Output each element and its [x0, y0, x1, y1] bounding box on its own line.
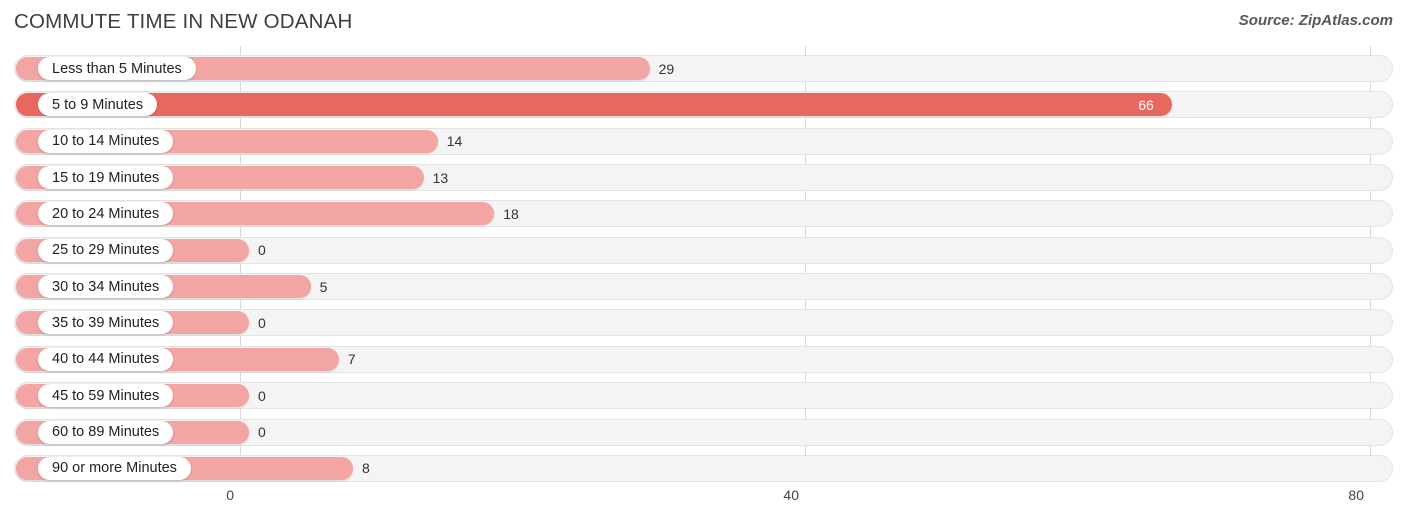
bar-row[interactable]: 35 to 39 Minutes 0 [14, 309, 1393, 337]
bar-value-label: 13 [432, 169, 449, 186]
bar-row[interactable]: 5 to 9 Minutes 66 [14, 91, 1393, 119]
category-label: 5 to 9 Minutes [38, 93, 158, 117]
page-title: COMMUTE TIME IN NEW ODANAH [14, 10, 353, 33]
bar-row[interactable]: 15 to 19 Minutes 13 [14, 164, 1393, 192]
category-label: 35 to 39 Minutes [38, 311, 174, 335]
x-tick-label-40: 40 [783, 487, 799, 503]
x-tick-label-80: 80 [1348, 487, 1364, 503]
category-label: Less than 5 Minutes [38, 57, 196, 80]
bar-row[interactable]: 45 to 59 Minutes 0 [14, 382, 1393, 410]
bar[interactable] [16, 93, 1173, 117]
bar-value-label: 0 [258, 424, 266, 440]
bar-value-label: 0 [258, 387, 266, 404]
bar-value-label: 29 [658, 60, 675, 77]
category-label: 10 to 14 Minutes [38, 129, 174, 153]
category-label: 15 to 19 Minutes [38, 166, 174, 190]
bar-value-label: 7 [347, 351, 356, 368]
category-label: 90 or more Minutes [38, 456, 191, 480]
bar-value-label: 0 [258, 314, 266, 331]
bar-rows: Less than 5 Minutes 29 5 to 9 Minutes 66 10 … [0, 46, 1406, 482]
bar-value-label: 5 [319, 278, 328, 295]
category-label: 40 to 44 Minutes [38, 347, 174, 371]
x-tick-label-0: 0 [226, 487, 234, 503]
bar-row[interactable]: 60 to 89 Minutes 0 [14, 418, 1393, 446]
bar-value-label: 0 [258, 242, 266, 259]
bar-row[interactable]: 90 or more Minutes 8 [14, 454, 1393, 482]
commute-time-bar-chart: COMMUTE TIME IN NEW ODANAH Source: ZipAt… [0, 0, 1406, 523]
bar-value-label: 66 [1138, 96, 1154, 113]
category-label: 25 to 29 Minutes [38, 238, 174, 262]
bar-row[interactable]: 20 to 24 Minutes 18 [14, 200, 1393, 228]
bar-row[interactable]: 10 to 14 Minutes 14 [14, 127, 1393, 155]
bar-value-label: 18 [503, 205, 519, 222]
bar-value-label: 14 [446, 133, 463, 150]
bar-row[interactable]: 40 to 44 Minutes 7 [14, 345, 1393, 373]
category-label: 20 to 24 Minutes [38, 202, 174, 226]
bar-row[interactable]: 25 to 29 Minutes 0 [14, 236, 1393, 264]
source-attribution: Source: ZipAtlas.com [1238, 12, 1393, 29]
plot-area: Less than 5 Minutes 29 5 to 9 Minutes 66 10 … [0, 46, 1406, 482]
x-axis: 0 40 80 [0, 482, 1406, 523]
category-label: 60 to 89 Minutes [38, 420, 174, 444]
category-label: 45 to 59 Minutes [38, 384, 174, 408]
chart-header: COMMUTE TIME IN NEW ODANAH Source: ZipAt… [0, 0, 1406, 46]
bar-value-label: 8 [362, 460, 370, 477]
bar-row[interactable]: 30 to 34 Minutes 5 [14, 273, 1393, 301]
category-label: 30 to 34 Minutes [38, 275, 174, 299]
bar-row[interactable]: Less than 5 Minutes 29 [14, 55, 1393, 82]
